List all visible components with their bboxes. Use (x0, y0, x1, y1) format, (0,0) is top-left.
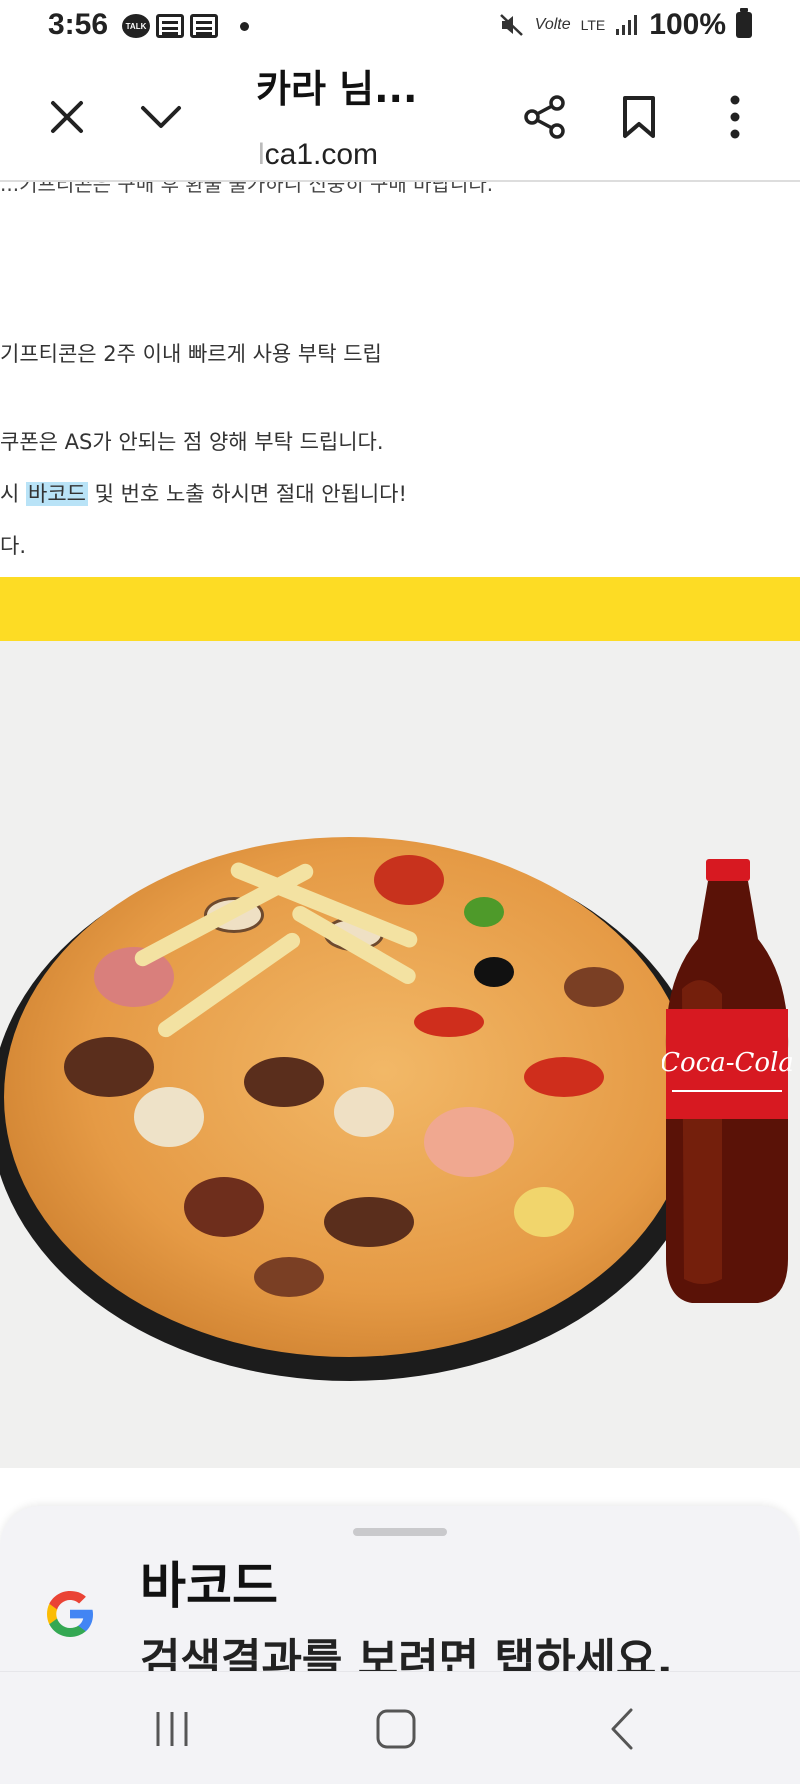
cola-brand-label: Coca-Cola (662, 1048, 792, 1078)
signal-icon (615, 14, 639, 36)
recent-apps-icon[interactable] (142, 1702, 202, 1756)
more-options-icon[interactable] (710, 92, 760, 142)
status-notification-icons: TALK (122, 14, 249, 38)
mute-icon (499, 12, 525, 38)
page-url[interactable]: lca1.com (258, 138, 378, 172)
notice-text: 다. (0, 534, 26, 558)
web-page-content: ...기프티콘은 구매 후 환불 불가하니 신중히 구매 바랍니다. 기프티콘은… (0, 182, 800, 1502)
home-icon[interactable] (366, 1702, 426, 1756)
news-icon-2 (190, 14, 218, 38)
battery-icon (736, 8, 752, 38)
lte-icon: LTE (580, 16, 606, 33)
yellow-banner (0, 577, 800, 641)
more-notifications-dot-icon (240, 21, 249, 31)
status-bar: 3:56 TALK Volte LTE 100% (0, 0, 800, 52)
battery-percent: 100% (649, 8, 726, 41)
notice-text: 기프티콘은 2주 이내 빠르게 사용 부탁 드립 (0, 342, 382, 366)
page-title[interactable]: 카라 님... (256, 58, 417, 113)
notice-text: 시 (0, 482, 26, 506)
browser-toolbar: 카라 님... lca1.com (0, 52, 800, 182)
cola-bottle-image: Coca-Cola (662, 859, 792, 1303)
clipped-notice-line: ...기프티콘은 구매 후 환불 불가하니 신중히 구매 바랍니다. (0, 182, 494, 196)
lte-label: LTE (580, 16, 606, 33)
chevron-down-icon[interactable] (136, 92, 186, 142)
url-faded-part: l (258, 138, 265, 171)
notice-line-3: 시 바코드 및 번호 노출 하시면 절대 안됩니다! (0, 478, 407, 508)
status-system-icons: Volte LTE 100% (499, 8, 752, 42)
highlighted-selection[interactable]: 바코드 (26, 482, 88, 506)
notice-line-1: 기프티콘은 2주 이내 빠르게 사용 부탁 드립 (0, 338, 382, 368)
notice-text: 쿠폰은 AS가 안되는 점 양해 부탁 드립니다. (0, 430, 384, 454)
system-navigation-bar (0, 1671, 800, 1784)
pizza-image (4, 837, 694, 1357)
url-main-part: ca1.com (264, 138, 379, 171)
notice-line-2: 쿠폰은 AS가 안되는 점 양해 부탁 드립니다. (0, 426, 384, 456)
volte-icon: Volte (534, 16, 571, 33)
close-icon[interactable] (42, 92, 92, 142)
search-term[interactable]: 바코드 (140, 1546, 278, 1618)
sheet-drag-handle[interactable] (353, 1528, 447, 1536)
notice-text: 및 번호 노출 하시면 절대 안됩니다! (87, 482, 407, 506)
bookmark-icon[interactable] (614, 92, 664, 142)
status-time: 3:56 (48, 8, 109, 41)
share-icon[interactable] (520, 92, 570, 142)
news-icon (156, 14, 184, 38)
product-image: Coca-Cola (0, 641, 800, 1468)
back-icon[interactable] (592, 1702, 652, 1756)
kakaotalk-icon: TALK (122, 14, 150, 38)
notice-line-4: 다. (0, 530, 26, 560)
google-icon (47, 1591, 93, 1637)
